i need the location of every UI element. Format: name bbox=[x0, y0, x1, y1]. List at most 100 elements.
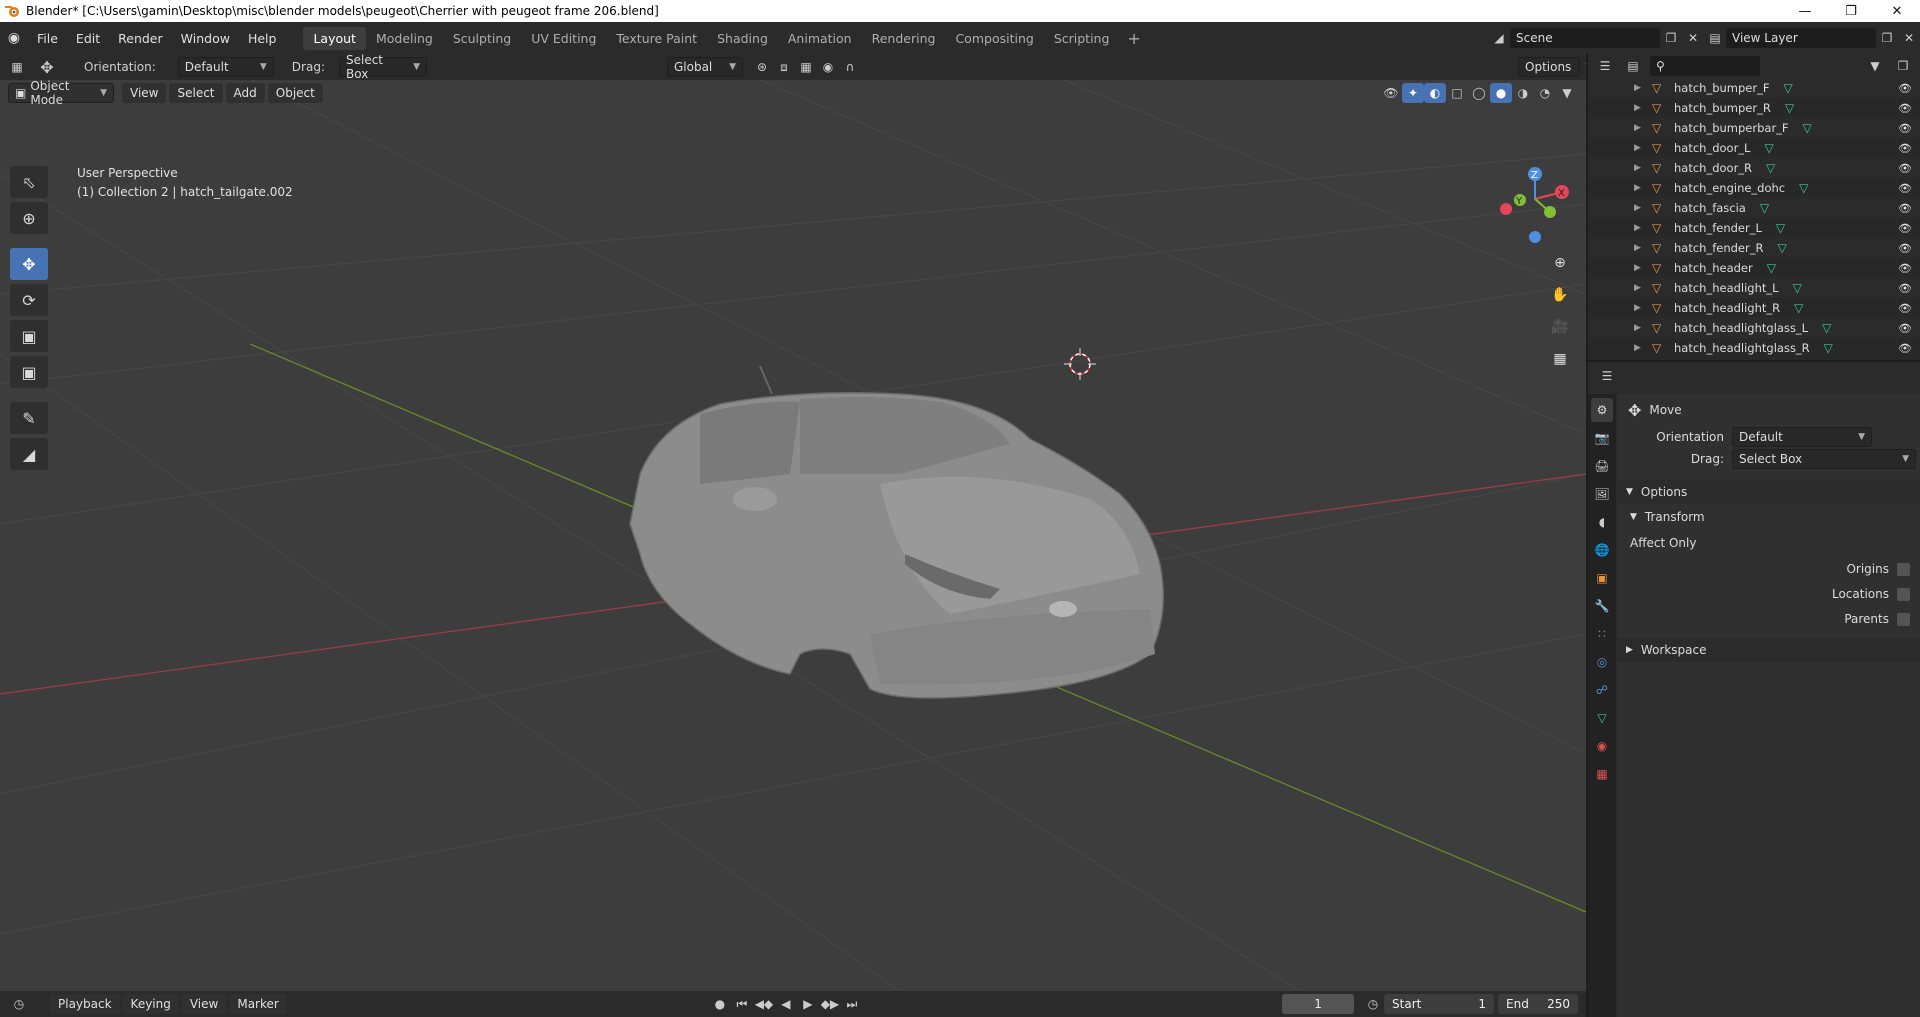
3d-cursor[interactable] bbox=[1064, 348, 1096, 380]
minimize-icon[interactable]: — bbox=[1782, 0, 1828, 22]
zoom-icon[interactable]: ⊕ bbox=[1546, 250, 1574, 276]
outliner-search-input[interactable]: ⚲ bbox=[1650, 56, 1760, 76]
menu-help[interactable]: Help bbox=[239, 31, 286, 46]
tool-tab-icon[interactable]: ⚙ bbox=[1591, 398, 1613, 422]
orientation-dropdown[interactable]: Default ▼ bbox=[177, 57, 274, 77]
expand-arrow-icon[interactable]: ▶ bbox=[1634, 183, 1652, 193]
end-frame-field[interactable]: End 250 bbox=[1498, 994, 1579, 1014]
xray-icon[interactable]: □ bbox=[1446, 83, 1468, 103]
visibility-eye-icon[interactable]: 👁 bbox=[1898, 302, 1912, 315]
outliner-item[interactable]: ▶ ▽ hatch_engine_dohc ▽ 👁 bbox=[1588, 178, 1920, 198]
visibility-eye-icon[interactable]: 👁 bbox=[1898, 182, 1912, 195]
object-tab-icon[interactable]: ▣ bbox=[1591, 566, 1613, 590]
pivot-point-icon[interactable]: ⊛ bbox=[751, 57, 773, 77]
expand-arrow-icon[interactable]: ▶ bbox=[1634, 323, 1652, 333]
menu-window[interactable]: Window bbox=[172, 31, 239, 46]
outliner-item[interactable]: ▶ ▽ hatch_bumper_F ▽ 👁 bbox=[1588, 78, 1920, 98]
visibility-eye-icon[interactable]: 👁 bbox=[1898, 82, 1912, 95]
scene-tab-icon[interactable]: ◖ bbox=[1591, 510, 1613, 534]
mesh-data-icon[interactable]: ▽ bbox=[1794, 301, 1803, 315]
expand-arrow-icon[interactable]: ▶ bbox=[1634, 243, 1652, 253]
tab-uv-editing[interactable]: UV Editing bbox=[521, 27, 606, 50]
outliner-item[interactable]: ▶ ▽ hatch_headlightglass_R ▽ 👁 bbox=[1588, 338, 1920, 358]
workspace-panel-header[interactable]: ▶ Workspace bbox=[1618, 638, 1920, 662]
viewport-menu-add[interactable]: Add bbox=[225, 83, 265, 103]
annotate-tool-icon[interactable]: ✎ bbox=[10, 402, 48, 434]
data-tab-icon[interactable]: ▽ bbox=[1591, 706, 1613, 730]
start-frame-field[interactable]: Start 1 bbox=[1384, 994, 1495, 1014]
rotate-tool-icon[interactable]: ⟳ bbox=[10, 284, 48, 316]
camera-view-icon[interactable]: 🎥 bbox=[1546, 314, 1574, 340]
expand-arrow-icon[interactable]: ▶ bbox=[1634, 203, 1652, 213]
timeline-menu-keying[interactable]: Keying bbox=[122, 994, 179, 1014]
visibility-eye-icon[interactable]: 👁 bbox=[1898, 162, 1912, 175]
material-tab-icon[interactable]: ◉ bbox=[1591, 734, 1613, 758]
timeline-menu-view[interactable]: View bbox=[181, 994, 227, 1014]
visibility-eye-icon[interactable]: 👁 bbox=[1898, 102, 1912, 115]
tab-animation[interactable]: Animation bbox=[778, 27, 862, 50]
timeline-menu-playback[interactable]: Playback bbox=[50, 994, 120, 1014]
outliner-item[interactable]: ▶ ▽ hatch_bumperbar_F ▽ 👁 bbox=[1588, 118, 1920, 138]
visibility-eye-icon[interactable]: 👁 bbox=[1898, 242, 1912, 255]
visibility-eye-icon[interactable]: 👁 bbox=[1898, 122, 1912, 135]
mesh-data-icon[interactable]: ▽ bbox=[1783, 81, 1792, 95]
origins-checkbox[interactable] bbox=[1897, 562, 1910, 576]
tab-compositing[interactable]: Compositing bbox=[945, 27, 1043, 50]
tab-shading[interactable]: Shading bbox=[707, 27, 778, 50]
close-icon[interactable]: ✕ bbox=[1874, 0, 1920, 22]
mesh-data-icon[interactable]: ▽ bbox=[1766, 161, 1775, 175]
mode-dropdown[interactable]: ▣ Object Mode ▼ bbox=[8, 79, 114, 107]
options-dropdown[interactable]: Options▼ bbox=[1518, 57, 1586, 77]
mesh-data-icon[interactable]: ▽ bbox=[1764, 141, 1773, 155]
outliner-item[interactable]: ▶ ▽ hatch_bumper_R ▽ 👁 bbox=[1588, 98, 1920, 118]
mesh-data-icon[interactable]: ▽ bbox=[1777, 241, 1786, 255]
measure-tool-icon[interactable]: ◢ bbox=[10, 438, 48, 470]
add-workspace-icon[interactable]: + bbox=[1119, 29, 1148, 48]
editor-type-icon[interactable]: ▦ bbox=[6, 57, 28, 77]
current-frame-field[interactable]: 1 bbox=[1282, 994, 1355, 1014]
menu-edit[interactable]: Edit bbox=[67, 31, 109, 46]
mesh-data-icon[interactable]: ▽ bbox=[1822, 321, 1831, 335]
visibility-eye-icon[interactable]: 👁 bbox=[1898, 282, 1912, 295]
material-shading-icon[interactable]: ◑ bbox=[1512, 83, 1534, 103]
mesh-data-icon[interactable]: ▽ bbox=[1799, 181, 1808, 195]
gizmo-toggle-icon[interactable]: ✦ bbox=[1402, 83, 1424, 103]
3d-viewport[interactable]: Z X Y ▦ ✥ Orientation: Default ▼ Drag: Se… bbox=[0, 54, 1586, 991]
tab-texture-paint[interactable]: Texture Paint bbox=[606, 27, 707, 50]
parents-checkbox[interactable] bbox=[1897, 612, 1910, 626]
next-keyframe-icon[interactable]: ◆▶ bbox=[819, 994, 841, 1014]
outliner-item[interactable]: ▶ ▽ hatch_headlightglass_L ▽ 👁 bbox=[1588, 318, 1920, 338]
blender-menu-icon[interactable]: ◉ bbox=[0, 30, 28, 46]
tab-sculpting[interactable]: Sculpting bbox=[443, 27, 521, 50]
visibility-eye-icon[interactable]: 👁 bbox=[1898, 202, 1912, 215]
mesh-data-icon[interactable]: ▽ bbox=[1824, 341, 1833, 355]
play-reverse-icon[interactable]: ◀ bbox=[775, 994, 797, 1014]
outliner-item[interactable]: ▶ ▽ hatch_header ▽ 👁 bbox=[1588, 258, 1920, 278]
timeline-menu-marker[interactable]: Marker bbox=[229, 994, 287, 1014]
render-tab-icon[interactable]: 📷 bbox=[1591, 426, 1613, 450]
scene-selector-icon[interactable]: ◢ bbox=[1488, 28, 1510, 48]
visibility-eye-icon[interactable]: 👁 bbox=[1898, 262, 1912, 275]
record-icon[interactable]: ● bbox=[709, 994, 731, 1014]
visibility-eye-icon[interactable]: 👁 bbox=[1898, 322, 1912, 335]
wireframe-shading-icon[interactable]: ◯ bbox=[1468, 83, 1490, 103]
display-mode-icon[interactable]: ▤ bbox=[1622, 56, 1644, 76]
visibility-eye-icon[interactable]: 👁 bbox=[1898, 142, 1912, 155]
output-tab-icon[interactable]: 🖨 bbox=[1591, 454, 1613, 478]
mesh-data-icon[interactable]: ▽ bbox=[1760, 201, 1769, 215]
snap-target-icon[interactable]: ▦ bbox=[795, 57, 817, 77]
outliner-item[interactable]: ▶ ▽ hatch_fender_R ▽ 👁 bbox=[1588, 238, 1920, 258]
pan-hand-icon[interactable]: ✋ bbox=[1546, 282, 1574, 308]
expand-arrow-icon[interactable]: ▶ bbox=[1634, 343, 1652, 353]
modifier-tab-icon[interactable]: 🔧 bbox=[1591, 594, 1613, 618]
snap-icon[interactable]: ⧈ bbox=[773, 57, 795, 77]
perspective-toggle-icon[interactable]: ▦ bbox=[1546, 346, 1574, 372]
prop-drag-dropdown[interactable]: Select Box ▼ bbox=[1732, 449, 1916, 469]
mesh-data-icon[interactable]: ▽ bbox=[1803, 121, 1812, 135]
menu-render[interactable]: Render bbox=[109, 31, 172, 46]
filter-icon[interactable]: ▼ bbox=[1864, 56, 1886, 76]
new-view-layer-icon[interactable]: ❐ bbox=[1876, 28, 1898, 48]
preview-range-icon[interactable]: ◷ bbox=[1362, 994, 1384, 1014]
scene-field[interactable]: Scene bbox=[1510, 28, 1660, 48]
outliner-item[interactable]: ▶ ▽ hatch_door_L ▽ 👁 bbox=[1588, 138, 1920, 158]
